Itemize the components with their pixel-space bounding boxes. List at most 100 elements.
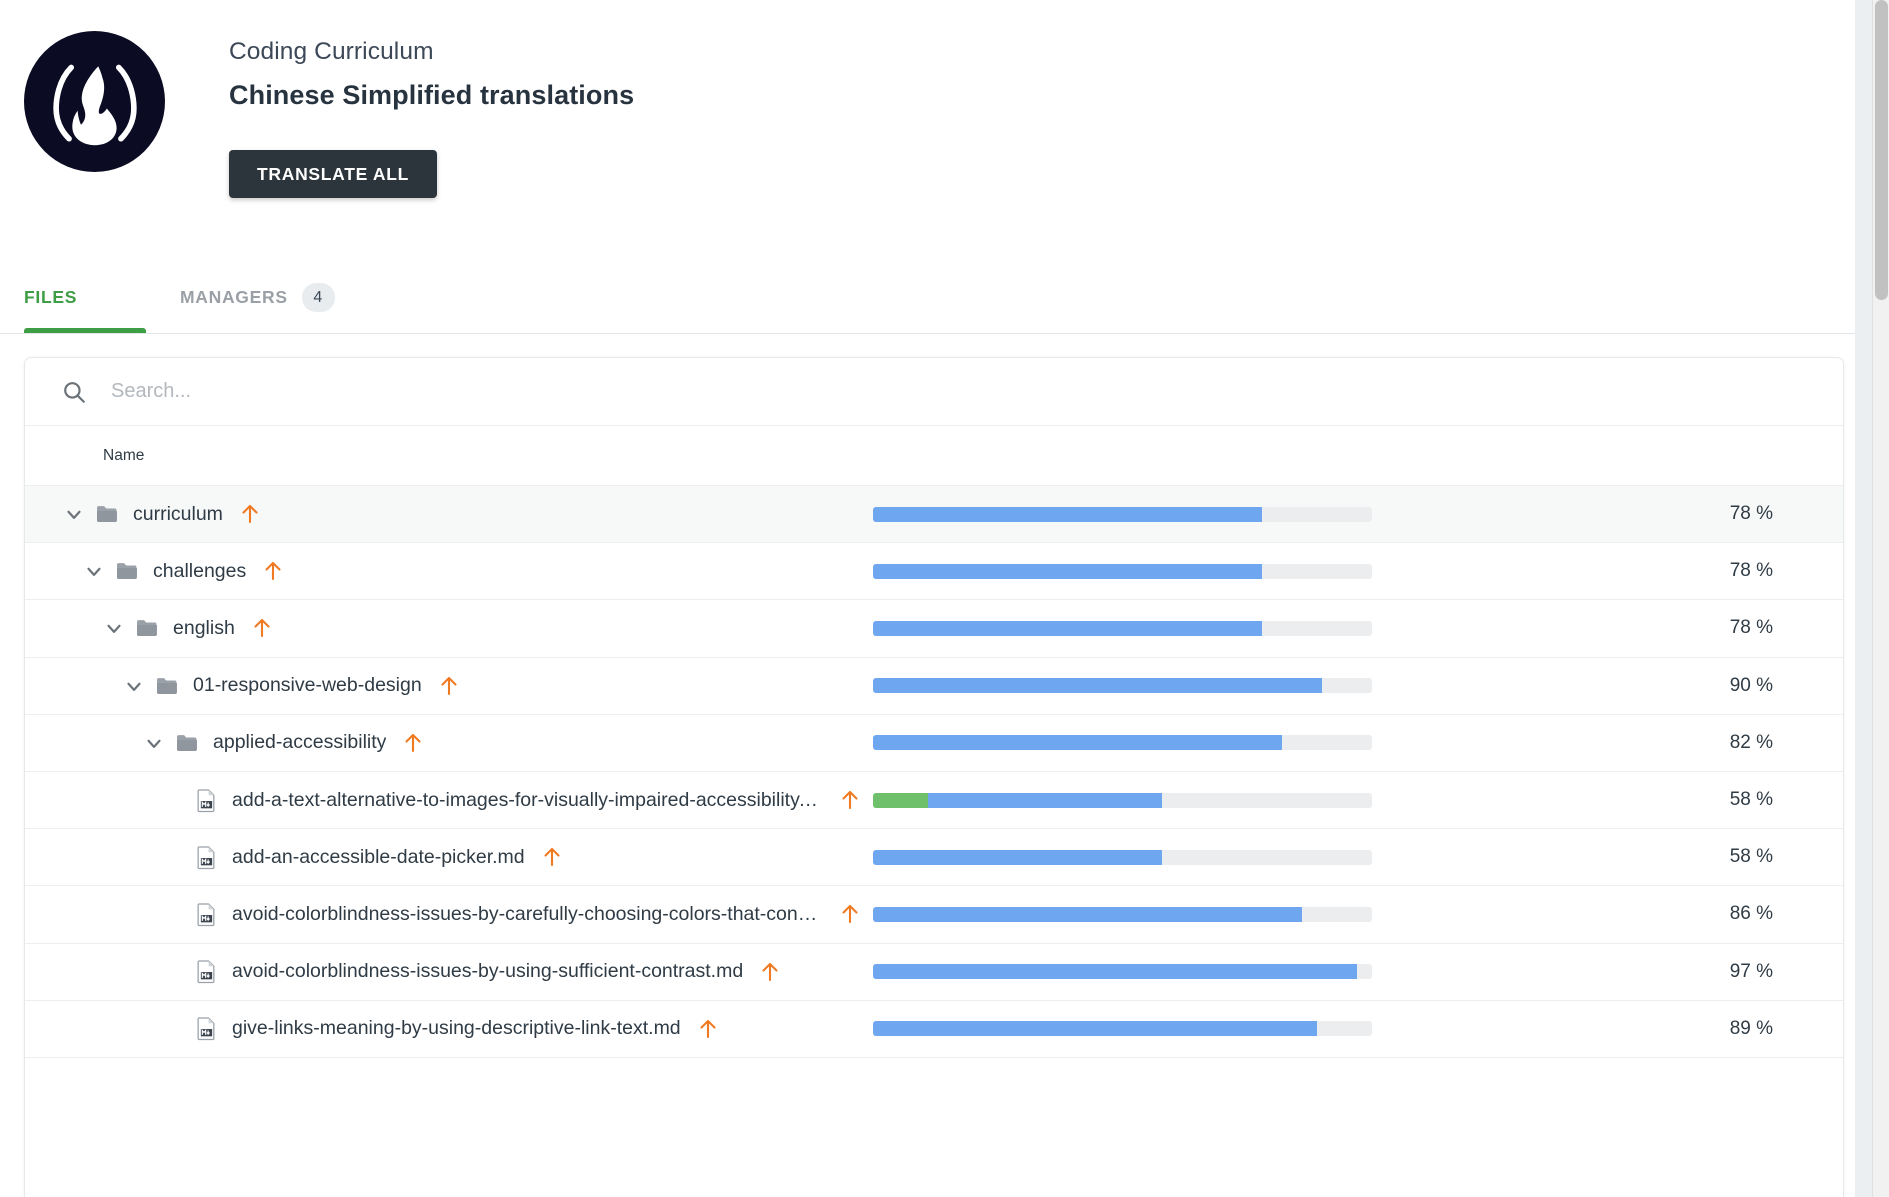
upload-arrow-icon[interactable] <box>839 902 861 926</box>
chevron-down-icon[interactable] <box>143 732 165 754</box>
progress-segment-translated <box>873 906 1303 922</box>
folder-name: applied-accessibility <box>213 731 387 754</box>
progress-bar <box>873 1021 1372 1037</box>
upload-arrow-icon[interactable] <box>759 960 781 984</box>
folder-icon <box>135 617 159 639</box>
project-name: Coding Curriculum <box>229 38 434 65</box>
row-name-cell: add-an-accessible-date-picker.md <box>25 845 873 870</box>
chevron-down-icon[interactable] <box>63 503 85 525</box>
progress-segment-translated <box>927 792 1163 808</box>
table-row[interactable]: add-an-accessible-date-picker.md 58 % <box>25 829 1843 887</box>
progress-segment-translated <box>873 620 1263 636</box>
markdown-file-icon <box>195 959 218 984</box>
translate-all-button[interactable]: TRANSLATE ALL <box>229 150 437 198</box>
progress-segment-translated <box>873 964 1358 980</box>
search-input[interactable] <box>109 379 1813 404</box>
row-name-cell: english <box>25 616 873 640</box>
upload-arrow-icon[interactable] <box>239 502 261 526</box>
table-row[interactable]: english 78 % <box>25 600 1843 658</box>
progress-percent-label: 58 % <box>1729 789 1773 811</box>
upload-arrow-icon[interactable] <box>541 845 563 869</box>
table-row[interactable]: avoid-colorblindness-issues-by-using-suf… <box>25 944 1843 1001</box>
progress-cell <box>873 792 1373 808</box>
page-header: Coding Curriculum Chinese Simplified tra… <box>0 0 1855 215</box>
progress-bar <box>873 620 1372 636</box>
table-row[interactable]: add-a-text-alternative-to-images-for-vis… <box>25 772 1843 830</box>
tab-managers[interactable]: MANAGERS 4 <box>180 262 335 333</box>
scrollbar-track[interactable] <box>1872 0 1889 1197</box>
progress-cell <box>873 620 1373 636</box>
row-name-cell: challenges <box>25 559 873 583</box>
progress-cell <box>873 735 1373 751</box>
progress-percent-label: 89 % <box>1729 1017 1773 1039</box>
row-name-cell: curriculum <box>25 502 873 526</box>
table-row[interactable]: curriculum 78 % <box>25 486 1843 544</box>
file-name: add-an-accessible-date-picker.md <box>232 845 525 868</box>
progress-cell <box>873 849 1373 865</box>
progress-percent-label: 90 % <box>1729 674 1773 696</box>
progress-segment-translated <box>873 735 1283 751</box>
search-icon <box>61 379 87 405</box>
scrollbar-thumb[interactable] <box>1875 0 1888 300</box>
files-card: Name curriculum78 %challenges78 %english… <box>24 357 1844 1197</box>
progress-bar <box>873 964 1372 980</box>
folder-icon <box>175 732 199 754</box>
page-scroll-gutter <box>1855 0 1889 1197</box>
file-tree: curriculum 78 % challenges 78 % english 78 % 0… <box>25 486 1843 1058</box>
chevron-down-icon[interactable] <box>123 675 145 697</box>
upload-arrow-icon[interactable] <box>438 674 460 698</box>
progress-bar <box>873 849 1372 865</box>
upload-arrow-icon[interactable] <box>839 788 861 812</box>
progress-bar <box>873 906 1372 922</box>
upload-arrow-icon[interactable] <box>251 616 273 640</box>
progress-segment-translated <box>873 1021 1318 1037</box>
progress-bar <box>873 563 1372 579</box>
table-header: Name <box>25 426 1843 486</box>
avatar <box>24 31 165 172</box>
table-row[interactable]: give-links-meaning-by-using-descriptive-… <box>25 1001 1843 1058</box>
upload-arrow-icon[interactable] <box>697 1017 719 1041</box>
table-row[interactable]: 01-responsive-web-design 90 % <box>25 658 1843 715</box>
chevron-down-icon[interactable] <box>83 560 105 582</box>
progress-segment-translated <box>873 506 1263 522</box>
file-name: add-a-text-alternative-to-images-for-vis… <box>232 788 823 811</box>
progress-percent-label: 78 % <box>1729 617 1773 639</box>
markdown-file-icon <box>195 788 218 813</box>
progress-segment-translated <box>873 678 1323 694</box>
folder-icon <box>95 503 119 525</box>
markdown-file-icon <box>195 902 218 927</box>
upload-arrow-icon[interactable] <box>402 731 424 755</box>
progress-bar <box>873 506 1372 522</box>
progress-cell <box>873 506 1373 522</box>
file-name: give-links-meaning-by-using-descriptive-… <box>232 1017 681 1040</box>
upload-arrow-icon[interactable] <box>262 559 284 583</box>
tab-bar: FILES MANAGERS 4 <box>0 262 1855 334</box>
markdown-file-icon <box>195 845 218 870</box>
row-name-cell: 01-responsive-web-design <box>25 674 873 698</box>
progress-cell <box>873 1021 1373 1037</box>
folder-icon <box>115 560 139 582</box>
progress-percent-label: 97 % <box>1729 960 1773 982</box>
file-name: avoid-colorblindness-issues-by-using-suf… <box>232 960 744 983</box>
markdown-file-icon <box>195 1016 218 1041</box>
progress-percent-label: 86 % <box>1729 903 1773 925</box>
row-name-cell: avoid-colorblindness-issues-by-carefully… <box>25 902 873 927</box>
tab-files[interactable]: FILES <box>24 262 77 333</box>
folder-name: english <box>173 616 235 639</box>
progress-bar <box>873 678 1372 694</box>
chevron-down-icon[interactable] <box>103 617 125 639</box>
progress-cell <box>873 563 1373 579</box>
table-row[interactable]: challenges 78 % <box>25 543 1843 601</box>
search-bar <box>25 358 1843 426</box>
header-text-block: Coding Curriculum Chinese Simplified tra… <box>229 38 634 111</box>
table-row[interactable]: applied-accessibility 82 % <box>25 715 1843 772</box>
table-row[interactable]: avoid-colorblindness-issues-by-carefully… <box>25 886 1843 944</box>
folder-name: challenges <box>153 559 247 582</box>
tab-managers-label: MANAGERS <box>180 287 288 307</box>
row-name-cell: add-a-text-alternative-to-images-for-vis… <box>25 788 873 813</box>
